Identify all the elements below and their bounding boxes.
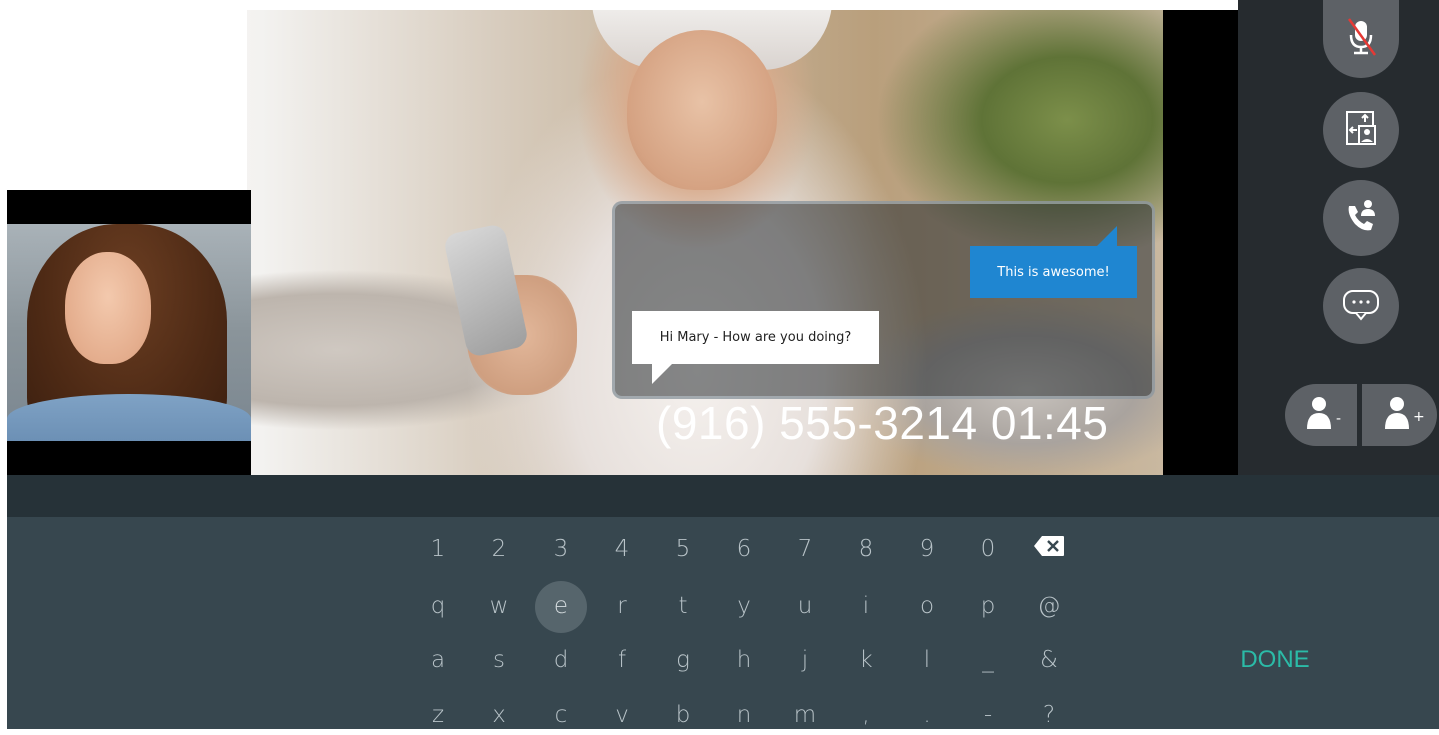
key[interactable]: j [780,640,830,680]
key[interactable]: c [536,695,586,735]
remove-participant-icon: - [1297,393,1347,437]
chat-button[interactable] [1323,268,1399,344]
participant-divider [1357,384,1362,446]
key[interactable]: n [719,695,769,735]
key[interactable]: & [1024,640,1074,680]
key[interactable]: z [413,695,463,735]
key[interactable]: b [658,695,708,735]
outgoing-bubble-tail [1097,226,1117,246]
add-participant-button[interactable]: + [1365,384,1435,446]
add-participant-icon: + [1375,393,1425,437]
key[interactable]: a [413,640,463,680]
key[interactable]: y [719,586,769,626]
self-view-face [65,252,151,364]
screen-share-button[interactable] [1323,92,1399,168]
key[interactable]: r [597,586,647,626]
key[interactable]: h [719,640,769,680]
keyboard-top-bar [7,475,1439,517]
remote-person-face [627,30,777,190]
call-info: (916) 555-3214 01:45 [656,396,1108,450]
key[interactable]: ? [1024,695,1074,735]
key[interactable]: f [597,640,647,680]
key[interactable]: x [474,695,524,735]
key[interactable]: 0 [963,529,1013,569]
key[interactable]: 6 [719,529,769,569]
outgoing-chat-message: This is awesome! [970,246,1137,298]
self-view-video[interactable] [7,224,251,441]
screen-share-icon [1339,106,1383,154]
key[interactable]: i [841,586,891,626]
incoming-bubble-tail [652,364,672,384]
key[interactable]: d [536,640,586,680]
key[interactable]: v [597,695,647,735]
key[interactable]: 4 [597,529,647,569]
key-active[interactable]: e [536,586,586,626]
chat-overlay [612,201,1155,399]
key[interactable]: k [841,640,891,680]
key[interactable]: g [658,640,708,680]
call-transfer-icon [1339,194,1383,242]
self-view-shirt [7,394,251,441]
remove-symbol: - [1336,411,1341,427]
remote-person-phone [442,222,530,359]
key[interactable]: . [902,695,952,735]
video-letterbox [1163,10,1238,475]
call-duration: 01:45 [990,397,1109,449]
key[interactable]: 7 [780,529,830,569]
backspace-icon [1033,535,1065,563]
key[interactable]: q [413,586,463,626]
key[interactable]: 9 [902,529,952,569]
key[interactable]: 3 [536,529,586,569]
backspace-key[interactable] [1024,529,1074,569]
key[interactable]: o [902,586,952,626]
incoming-chat-message: Hi Mary - How are you doing? [632,311,879,364]
phone-number: (916) 555-3214 [656,397,978,449]
key[interactable]: , [841,695,891,735]
call-transfer-button[interactable] [1323,180,1399,256]
key[interactable]: t [658,586,708,626]
key[interactable]: w [474,586,524,626]
chat-bubble-icon [1339,282,1383,330]
key[interactable]: s [474,640,524,680]
key[interactable]: l [902,640,952,680]
key[interactable]: p [963,586,1013,626]
key[interactable]: _ [963,640,1013,680]
key[interactable]: 1 [413,529,463,569]
add-symbol: + [1413,409,1425,425]
mute-button[interactable] [1323,0,1399,78]
microphone-muted-icon [1339,15,1383,63]
key[interactable]: m [780,695,830,735]
video-background-highlight [7,10,247,210]
key[interactable]: 2 [474,529,524,569]
key[interactable]: 5 [658,529,708,569]
key[interactable]: @ [1024,586,1074,626]
key[interactable]: u [780,586,830,626]
key[interactable]: 8 [841,529,891,569]
done-button[interactable]: DONE [1230,642,1320,678]
key[interactable]: - [963,695,1013,735]
remove-participant-button[interactable]: - [1287,384,1357,446]
